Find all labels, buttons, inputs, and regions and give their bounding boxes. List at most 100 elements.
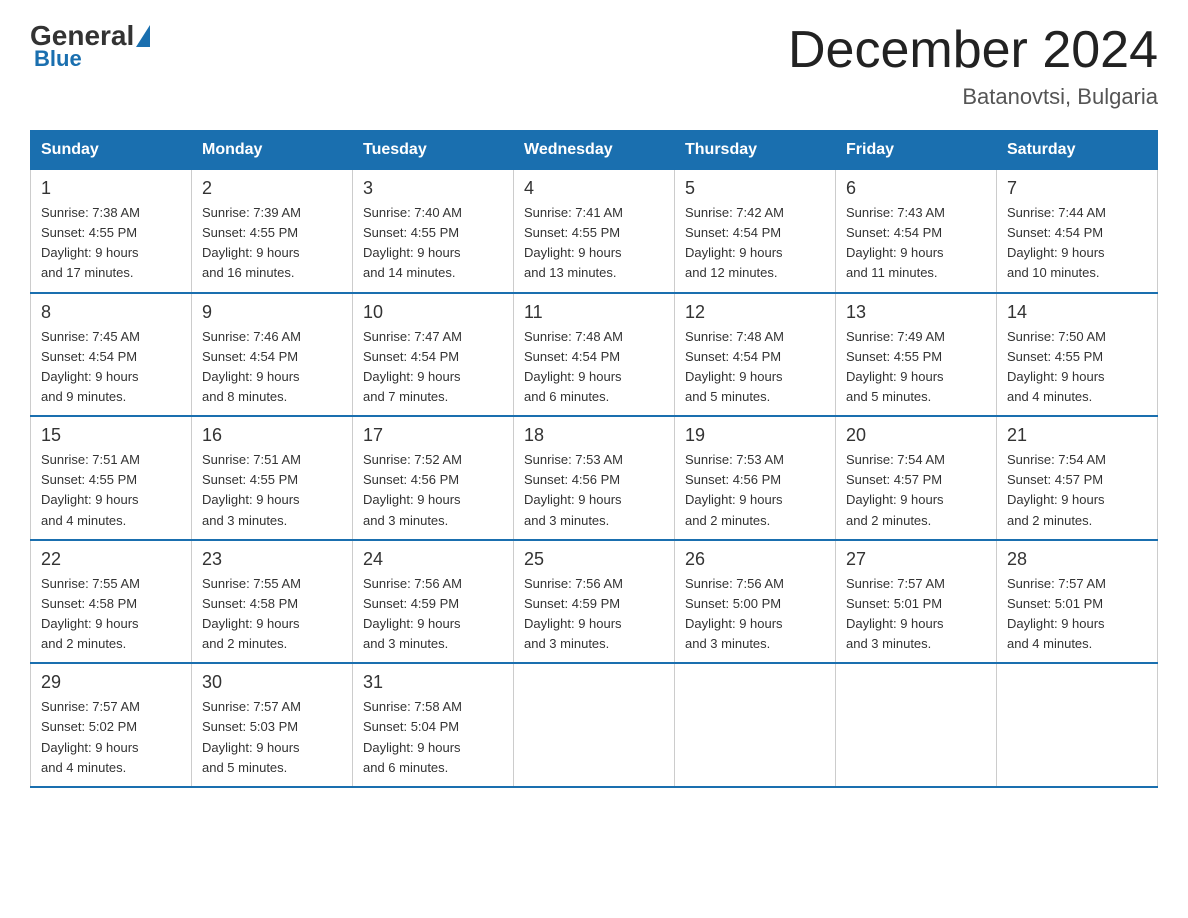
calendar-cell: 18 Sunrise: 7:53 AMSunset: 4:56 PMDayligh… bbox=[514, 416, 675, 540]
day-number: 15 bbox=[41, 425, 181, 446]
weekday-header-wednesday: Wednesday bbox=[514, 131, 675, 170]
calendar-cell: 1Sunrise: 7:38 AMSunset: 4:55 PMDaylight… bbox=[31, 170, 192, 293]
day-number: 16 bbox=[202, 425, 342, 446]
day-number: 31 bbox=[363, 672, 503, 693]
day-info: Sunrise: 7:48 AMSunset: 4:54 PMDaylight:… bbox=[524, 327, 664, 408]
day-number: 30 bbox=[202, 672, 342, 693]
day-info: Sunrise: 7:54 AMSunset: 4:57 PMDaylight:… bbox=[1007, 450, 1147, 531]
calendar-cell: 17Sunrise: 7:52 AMSunset: 4:56 PMDayligh… bbox=[353, 416, 514, 540]
calendar-week-row: 22Sunrise: 7:55 AMSunset: 4:58 PMDayligh… bbox=[31, 540, 1158, 664]
calendar-cell: 5Sunrise: 7:42 AMSunset: 4:54 PMDaylight… bbox=[675, 170, 836, 293]
day-number: 19 bbox=[685, 425, 825, 446]
calendar-cell: 9Sunrise: 7:46 AMSunset: 4:54 PMDaylight… bbox=[192, 293, 353, 417]
weekday-header-sunday: Sunday bbox=[31, 131, 192, 170]
day-info: Sunrise: 7:52 AMSunset: 4:56 PMDaylight:… bbox=[363, 450, 503, 531]
day-info: Sunrise: 7:40 AMSunset: 4:55 PMDaylight:… bbox=[363, 203, 503, 284]
calendar-cell: 16 Sunrise: 7:51 AMSunset: 4:55 PMDayligh… bbox=[192, 416, 353, 540]
calendar-cell bbox=[836, 663, 997, 787]
page-header: General Blue December 2024 Batanovtsi, B… bbox=[30, 20, 1158, 110]
day-info: Sunrise: 7:49 AMSunset: 4:55 PMDaylight:… bbox=[846, 327, 986, 408]
day-number: 27 bbox=[846, 549, 986, 570]
calendar-week-row: 1Sunrise: 7:38 AMSunset: 4:55 PMDaylight… bbox=[31, 170, 1158, 293]
day-info: Sunrise: 7:53 AMSunset: 4:56 PMDaylight:… bbox=[685, 450, 825, 531]
weekday-header-tuesday: Tuesday bbox=[353, 131, 514, 170]
calendar-cell: 8 Sunrise: 7:45 AMSunset: 4:54 PMDaylight… bbox=[31, 293, 192, 417]
day-info: Sunrise: 7:55 AMSunset: 4:58 PMDaylight:… bbox=[202, 574, 342, 655]
month-title: December 2024 bbox=[788, 20, 1158, 80]
day-number: 3 bbox=[363, 178, 503, 199]
day-info: Sunrise: 7:57 AMSunset: 5:03 PMDaylight:… bbox=[202, 697, 342, 778]
calendar-cell: 31 Sunrise: 7:58 AMSunset: 5:04 PMDayligh… bbox=[353, 663, 514, 787]
weekday-header-friday: Friday bbox=[836, 131, 997, 170]
day-info: Sunrise: 7:53 AMSunset: 4:56 PMDaylight:… bbox=[524, 450, 664, 531]
weekday-header-thursday: Thursday bbox=[675, 131, 836, 170]
calendar-header-row: SundayMondayTuesdayWednesdayThursdayFrid… bbox=[31, 131, 1158, 170]
calendar-table: SundayMondayTuesdayWednesdayThursdayFrid… bbox=[30, 130, 1158, 788]
calendar-cell: 3 Sunrise: 7:40 AMSunset: 4:55 PMDaylight… bbox=[353, 170, 514, 293]
calendar-cell: 23Sunrise: 7:55 AMSunset: 4:58 PMDayligh… bbox=[192, 540, 353, 664]
calendar-cell: 10 Sunrise: 7:47 AMSunset: 4:54 PMDayligh… bbox=[353, 293, 514, 417]
calendar-cell: 7 Sunrise: 7:44 AMSunset: 4:54 PMDaylight… bbox=[997, 170, 1158, 293]
calendar-cell: 27 Sunrise: 7:57 AMSunset: 5:01 PMDayligh… bbox=[836, 540, 997, 664]
calendar-cell: 13 Sunrise: 7:49 AMSunset: 4:55 PMDayligh… bbox=[836, 293, 997, 417]
day-info: Sunrise: 7:58 AMSunset: 5:04 PMDaylight:… bbox=[363, 697, 503, 778]
calendar-cell bbox=[675, 663, 836, 787]
day-info: Sunrise: 7:43 AMSunset: 4:54 PMDaylight:… bbox=[846, 203, 986, 284]
weekday-header-saturday: Saturday bbox=[997, 131, 1158, 170]
day-number: 28 bbox=[1007, 549, 1147, 570]
calendar-cell: 15 Sunrise: 7:51 AMSunset: 4:55 PMDayligh… bbox=[31, 416, 192, 540]
calendar-cell: 28 Sunrise: 7:57 AMSunset: 5:01 PMDayligh… bbox=[997, 540, 1158, 664]
day-number: 18 bbox=[524, 425, 664, 446]
calendar-cell bbox=[997, 663, 1158, 787]
day-info: Sunrise: 7:57 AMSunset: 5:01 PMDaylight:… bbox=[846, 574, 986, 655]
day-number: 20 bbox=[846, 425, 986, 446]
calendar-cell: 22Sunrise: 7:55 AMSunset: 4:58 PMDayligh… bbox=[31, 540, 192, 664]
day-info: Sunrise: 7:42 AMSunset: 4:54 PMDaylight:… bbox=[685, 203, 825, 284]
title-block: December 2024 Batanovtsi, Bulgaria bbox=[788, 20, 1158, 110]
day-number: 11 bbox=[524, 302, 664, 323]
day-number: 14 bbox=[1007, 302, 1147, 323]
calendar-cell: 4Sunrise: 7:41 AMSunset: 4:55 PMDaylight… bbox=[514, 170, 675, 293]
calendar-cell: 11 Sunrise: 7:48 AMSunset: 4:54 PMDayligh… bbox=[514, 293, 675, 417]
day-number: 8 bbox=[41, 302, 181, 323]
day-number: 25 bbox=[524, 549, 664, 570]
day-info: Sunrise: 7:51 AMSunset: 4:55 PMDaylight:… bbox=[202, 450, 342, 531]
day-info: Sunrise: 7:57 AMSunset: 5:02 PMDaylight:… bbox=[41, 697, 181, 778]
calendar-cell: 25 Sunrise: 7:56 AMSunset: 4:59 PMDayligh… bbox=[514, 540, 675, 664]
day-number: 2 bbox=[202, 178, 342, 199]
day-number: 1 bbox=[41, 178, 181, 199]
day-info: Sunrise: 7:56 AMSunset: 4:59 PMDaylight:… bbox=[524, 574, 664, 655]
calendar-cell: 2 Sunrise: 7:39 AMSunset: 4:55 PMDaylight… bbox=[192, 170, 353, 293]
day-number: 4 bbox=[524, 178, 664, 199]
calendar-cell: 21 Sunrise: 7:54 AMSunset: 4:57 PMDayligh… bbox=[997, 416, 1158, 540]
day-info: Sunrise: 7:54 AMSunset: 4:57 PMDaylight:… bbox=[846, 450, 986, 531]
day-info: Sunrise: 7:55 AMSunset: 4:58 PMDaylight:… bbox=[41, 574, 181, 655]
logo-triangle-icon bbox=[136, 25, 150, 47]
day-info: Sunrise: 7:50 AMSunset: 4:55 PMDaylight:… bbox=[1007, 327, 1147, 408]
day-info: Sunrise: 7:57 AMSunset: 5:01 PMDaylight:… bbox=[1007, 574, 1147, 655]
day-info: Sunrise: 7:56 AMSunset: 4:59 PMDaylight:… bbox=[363, 574, 503, 655]
location-subtitle: Batanovtsi, Bulgaria bbox=[788, 84, 1158, 110]
calendar-cell: 20 Sunrise: 7:54 AMSunset: 4:57 PMDayligh… bbox=[836, 416, 997, 540]
day-number: 7 bbox=[1007, 178, 1147, 199]
calendar-cell: 12Sunrise: 7:48 AMSunset: 4:54 PMDayligh… bbox=[675, 293, 836, 417]
calendar-cell bbox=[514, 663, 675, 787]
day-number: 26 bbox=[685, 549, 825, 570]
day-number: 13 bbox=[846, 302, 986, 323]
day-info: Sunrise: 7:51 AMSunset: 4:55 PMDaylight:… bbox=[41, 450, 181, 531]
calendar-cell: 19 Sunrise: 7:53 AMSunset: 4:56 PMDayligh… bbox=[675, 416, 836, 540]
day-info: Sunrise: 7:48 AMSunset: 4:54 PMDaylight:… bbox=[685, 327, 825, 408]
day-number: 21 bbox=[1007, 425, 1147, 446]
day-info: Sunrise: 7:39 AMSunset: 4:55 PMDaylight:… bbox=[202, 203, 342, 284]
calendar-week-row: 29Sunrise: 7:57 AMSunset: 5:02 PMDayligh… bbox=[31, 663, 1158, 787]
day-number: 6 bbox=[846, 178, 986, 199]
day-number: 10 bbox=[363, 302, 503, 323]
calendar-cell: 30 Sunrise: 7:57 AMSunset: 5:03 PMDayligh… bbox=[192, 663, 353, 787]
day-info: Sunrise: 7:44 AMSunset: 4:54 PMDaylight:… bbox=[1007, 203, 1147, 284]
day-number: 9 bbox=[202, 302, 342, 323]
logo-blue-text: Blue bbox=[34, 46, 82, 72]
day-info: Sunrise: 7:45 AMSunset: 4:54 PMDaylight:… bbox=[41, 327, 181, 408]
calendar-cell: 6 Sunrise: 7:43 AMSunset: 4:54 PMDaylight… bbox=[836, 170, 997, 293]
day-info: Sunrise: 7:47 AMSunset: 4:54 PMDaylight:… bbox=[363, 327, 503, 408]
calendar-week-row: 15 Sunrise: 7:51 AMSunset: 4:55 PMDayligh… bbox=[31, 416, 1158, 540]
